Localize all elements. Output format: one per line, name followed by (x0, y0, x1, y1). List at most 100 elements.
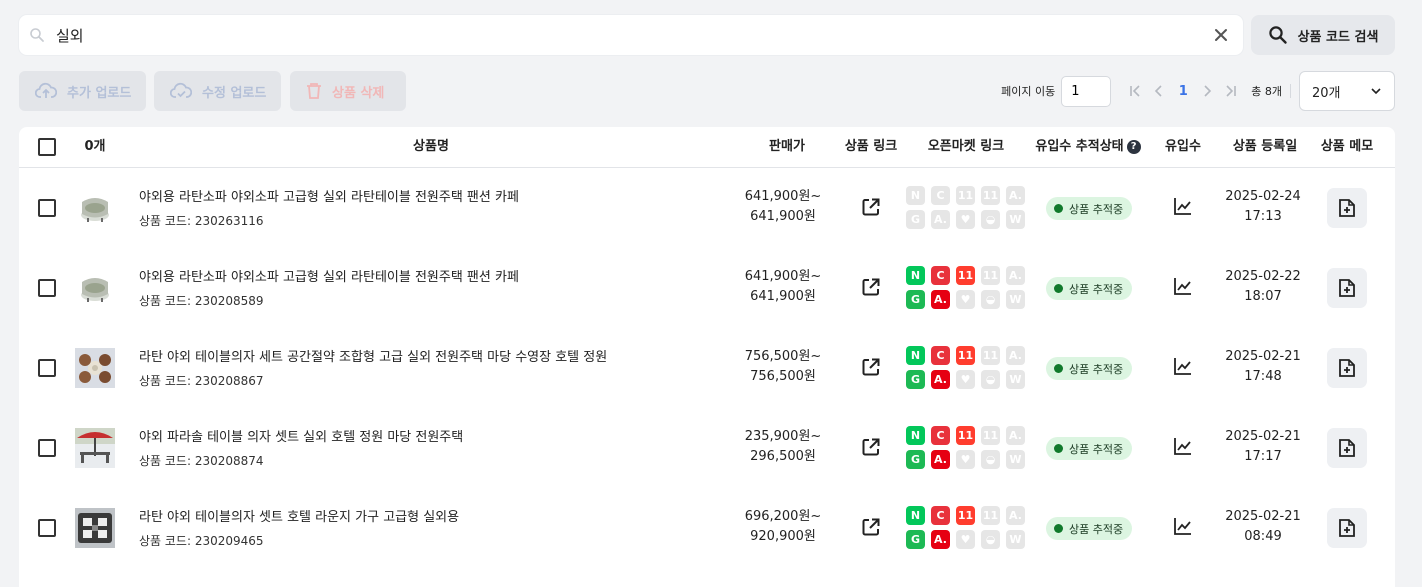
prev-page-button[interactable] (1147, 79, 1171, 103)
last-page-button[interactable] (1219, 79, 1243, 103)
auction-a-icon[interactable]: A. (931, 530, 950, 549)
line-chart-icon[interactable] (1172, 275, 1194, 297)
11st-icon[interactable]: 11 (956, 506, 975, 525)
row-checkbox[interactable] (38, 439, 56, 457)
auction-a-icon[interactable]: A. (931, 450, 950, 469)
11st-alt-icon[interactable]: 11 (981, 346, 1000, 365)
product-code: 상품 코드: 230208867 (139, 374, 264, 388)
wemakeprice-w-icon[interactable]: W (1006, 210, 1025, 229)
memo-button[interactable] (1327, 428, 1367, 468)
heart-icon[interactable]: ♥ (956, 530, 975, 549)
add-upload-button[interactable]: 추가 업로드 (19, 71, 146, 111)
auction-icon[interactable]: A. (1006, 506, 1025, 525)
heart-icon[interactable]: ♥ (956, 290, 975, 309)
external-link-icon[interactable] (860, 516, 882, 538)
first-page-button[interactable] (1123, 79, 1147, 103)
edit-upload-button[interactable]: 수정 업로드 (154, 71, 281, 111)
status-label: 상품 추적중 (1069, 362, 1124, 376)
select-all-checkbox[interactable] (38, 138, 56, 156)
11st-icon[interactable]: 11 (956, 346, 975, 365)
heart-icon[interactable]: ♥ (956, 210, 975, 229)
naver-n-icon[interactable]: N (906, 266, 925, 285)
reg-date: 2025-02-24 (1225, 189, 1301, 204)
memo-button[interactable] (1327, 348, 1367, 388)
memo-button[interactable] (1327, 268, 1367, 308)
auction-a-icon[interactable]: A. (931, 290, 950, 309)
cloud-upload-icon (35, 82, 57, 98)
auction-icon[interactable]: A. (1006, 186, 1025, 205)
row-checkbox[interactable] (38, 519, 56, 537)
line-chart-icon[interactable] (1172, 355, 1194, 377)
product-name[interactable]: 라탄 야외 테이블의자 세트 공간절약 조합형 고급 실외 전원주택 마당 수영… (139, 346, 607, 365)
11st-alt-icon[interactable]: 11 (981, 426, 1000, 445)
last-page-icon (1226, 85, 1237, 97)
close-icon[interactable] (1213, 27, 1229, 43)
heart-icon[interactable]: ♥ (956, 370, 975, 389)
search-input[interactable] (56, 24, 1196, 46)
current-page[interactable]: 1 (1171, 84, 1195, 99)
gmarket-g-icon[interactable]: G (906, 290, 925, 309)
auction-icon[interactable]: A. (1006, 426, 1025, 445)
ghost-icon[interactable]: ◒ (981, 290, 1000, 309)
naver-n-icon[interactable]: N (906, 506, 925, 525)
page-input[interactable] (1061, 75, 1112, 107)
11st-alt-icon[interactable]: 11 (981, 186, 1000, 205)
ghost-icon[interactable]: ◒ (981, 450, 1000, 469)
ghost-icon[interactable]: ◒ (981, 210, 1000, 229)
auction-icon[interactable]: A. (1006, 266, 1025, 285)
wemakeprice-w-icon[interactable]: W (1006, 290, 1025, 309)
row-checkbox[interactable] (38, 279, 56, 297)
wemakeprice-w-icon[interactable]: W (1006, 450, 1025, 469)
naver-n-icon[interactable]: N (906, 186, 925, 205)
11st-icon[interactable]: 11 (956, 266, 975, 285)
11st-alt-icon[interactable]: 11 (981, 266, 1000, 285)
gmarket-g-icon[interactable]: G (906, 210, 925, 229)
gmarket-g-icon[interactable]: G (906, 450, 925, 469)
coupang-c-icon[interactable]: C (931, 186, 950, 205)
row-checkbox[interactable] (38, 359, 56, 377)
11st-icon[interactable]: 11 (956, 426, 975, 445)
coupang-c-icon[interactable]: C (931, 346, 950, 365)
product-name[interactable]: 야외용 라탄소파 야외소파 고급형 실외 라탄테이블 전원주택 팬션 카페 (139, 266, 519, 285)
line-chart-icon[interactable] (1172, 515, 1194, 537)
memo-button[interactable] (1327, 508, 1367, 548)
product-name[interactable]: 라탄 야외 테이블의자 셋트 호텔 라운지 가구 고급형 실외용 (139, 506, 459, 525)
table-row: 야외 파라솔 테이블 의자 셋트 실외 호텔 정원 마당 전원주택 상품 코드: … (19, 408, 1395, 488)
table-row: 라탄 야외 테이블의자 셋트 호텔 라운지 가구 고급형 실외용 상품 코드: 2… (19, 488, 1395, 568)
pager: 페이지 이동 1 총 8개 20개 (1001, 71, 1395, 111)
external-link-icon[interactable] (860, 276, 882, 298)
row-checkbox[interactable] (38, 199, 56, 217)
code-search-button[interactable]: 상품 코드 검색 (1251, 15, 1395, 55)
naver-n-icon[interactable]: N (906, 426, 925, 445)
external-link-icon[interactable] (860, 436, 882, 458)
11st-alt-icon[interactable]: 11 (981, 506, 1000, 525)
memo-button[interactable] (1327, 188, 1367, 228)
help-icon[interactable]: ? (1126, 140, 1141, 154)
auction-a-icon[interactable]: A. (931, 210, 950, 229)
wemakeprice-w-icon[interactable]: W (1006, 530, 1025, 549)
next-page-button[interactable] (1195, 79, 1219, 103)
delete-button[interactable]: 상품 삭제 (290, 71, 406, 111)
product-thumbnail (75, 428, 115, 468)
auction-a-icon[interactable]: A. (931, 370, 950, 389)
auction-icon[interactable]: A. (1006, 346, 1025, 365)
11st-icon[interactable]: 11 (956, 186, 975, 205)
coupang-c-icon[interactable]: C (931, 266, 950, 285)
product-name[interactable]: 야외 파라솔 테이블 의자 셋트 실외 호텔 정원 마당 전원주택 (139, 426, 463, 445)
gmarket-g-icon[interactable]: G (906, 370, 925, 389)
external-link-icon[interactable] (860, 356, 882, 378)
external-link-icon[interactable] (860, 196, 882, 218)
product-name[interactable]: 야외용 라탄소파 야외소파 고급형 실외 라탄테이블 전원주택 팬션 카페 (139, 186, 519, 205)
wemakeprice-w-icon[interactable]: W (1006, 370, 1025, 389)
line-chart-icon[interactable] (1172, 435, 1194, 457)
gmarket-g-icon[interactable]: G (906, 530, 925, 549)
heart-icon[interactable]: ♥ (956, 450, 975, 469)
ghost-icon[interactable]: ◒ (981, 370, 1000, 389)
ghost-icon[interactable]: ◒ (981, 530, 1000, 549)
coupang-c-icon[interactable]: C (931, 506, 950, 525)
price-max: 296,500원 (750, 449, 816, 464)
naver-n-icon[interactable]: N (906, 346, 925, 365)
line-chart-icon[interactable] (1172, 195, 1194, 217)
coupang-c-icon[interactable]: C (931, 426, 950, 445)
page-size-select[interactable]: 20개 (1299, 71, 1395, 111)
